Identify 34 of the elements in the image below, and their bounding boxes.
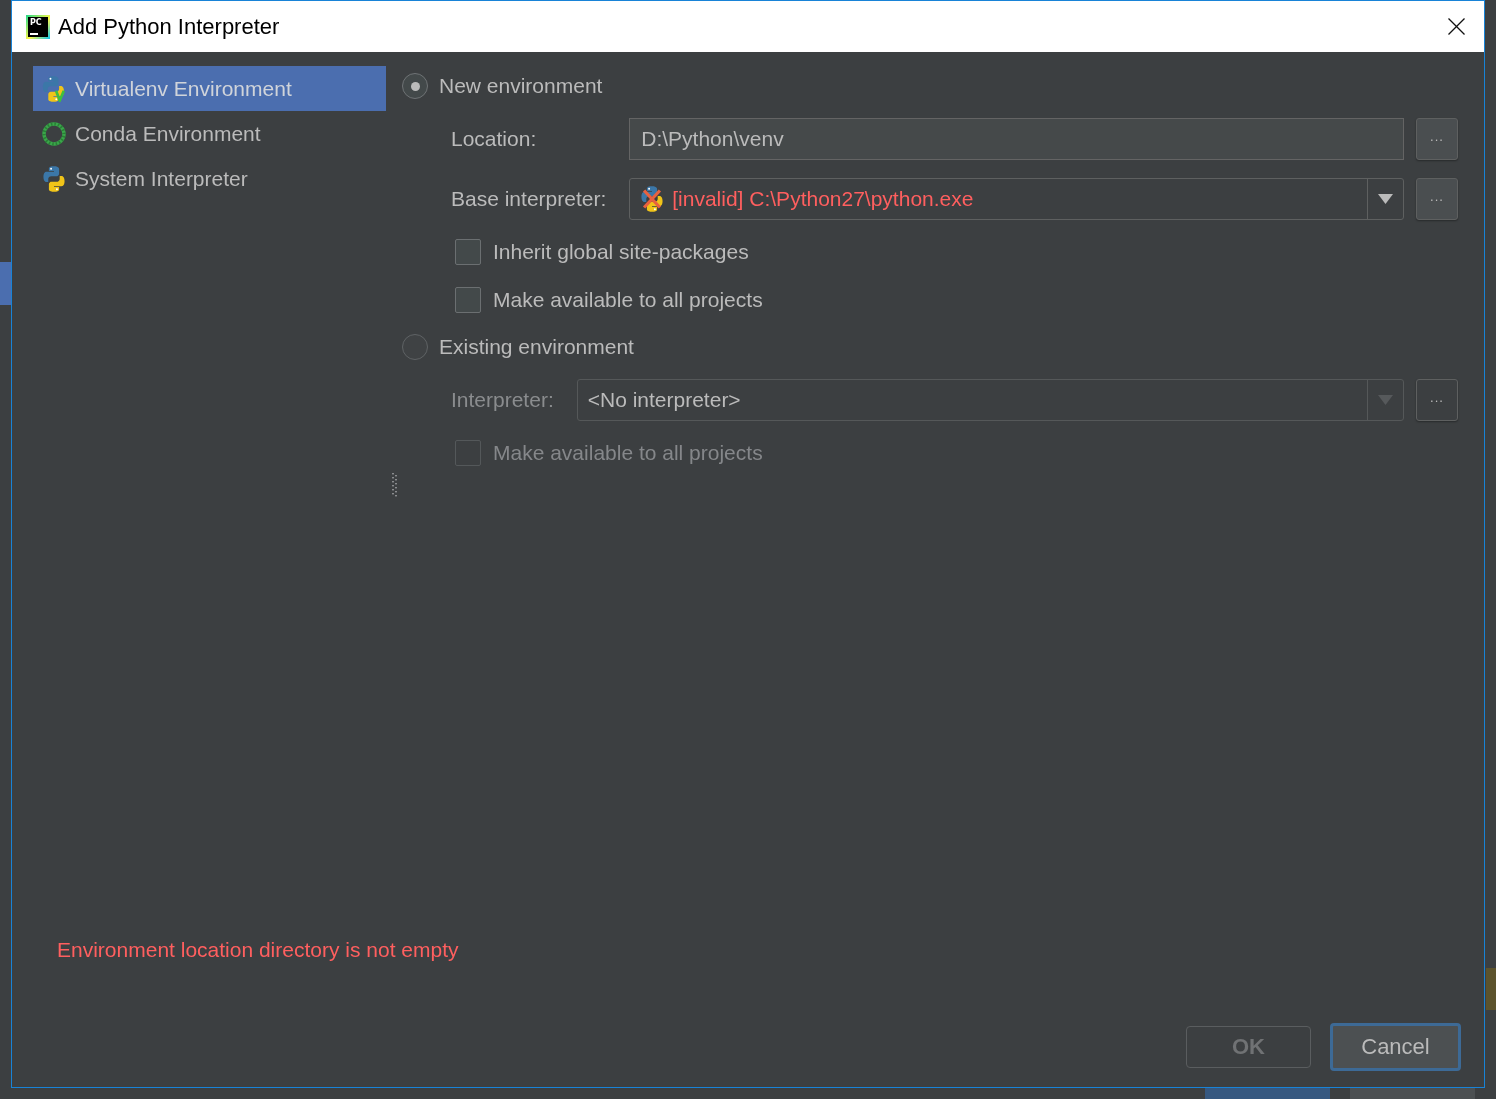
python-v-icon: [42, 75, 66, 102]
radio-button[interactable]: [402, 334, 428, 360]
caret-icon: [1378, 395, 1393, 405]
radio-button[interactable]: [402, 73, 428, 99]
text-field[interactable]: D:\Python\venv: [629, 118, 1404, 160]
checkbox[interactable]: [455, 287, 481, 313]
python-cross-icon: [640, 186, 665, 212]
dropdown-field[interactable]: [invalid] C:\Python27\python.exe: [629, 178, 1404, 220]
ring-icon: [42, 121, 66, 146]
python-icon: [42, 165, 66, 192]
radio-label: New environment: [439, 74, 603, 98]
sidebar-item[interactable]: Virtualenv Environment: [33, 66, 386, 111]
dialog-button[interactable]: Cancel: [1330, 1023, 1461, 1071]
splitter-grip-icon: [391, 473, 397, 497]
caret-icon: [1378, 194, 1393, 204]
error-message: Environment location directory is not empty: [57, 938, 459, 962]
sidebar-item[interactable]: System Interpreter: [33, 156, 386, 201]
checkbox-label: Inherit global site-packages: [493, 240, 749, 264]
background-highlight: [0, 262, 11, 305]
browse-button[interactable]: ...: [1416, 118, 1458, 160]
checkbox-label: Make available to all projects: [493, 288, 763, 312]
browse-button[interactable]: ...: [1416, 178, 1458, 220]
background-panel: [1486, 968, 1496, 1010]
close-icon: [1448, 18, 1465, 35]
checkbox[interactable]: [455, 239, 481, 265]
sidebar-item[interactable]: Conda Environment: [33, 111, 386, 156]
field-label: Base interpreter:: [451, 187, 607, 211]
field-label: Interpreter:: [451, 388, 554, 412]
window-title: Add Python Interpreter: [58, 13, 280, 40]
field-label: Location:: [451, 127, 538, 151]
close-button[interactable]: [1448, 18, 1465, 35]
radio-label: Existing environment: [439, 335, 634, 359]
app-logo: PC: [26, 14, 50, 39]
checkbox-label: Make available to all projects: [493, 441, 763, 465]
